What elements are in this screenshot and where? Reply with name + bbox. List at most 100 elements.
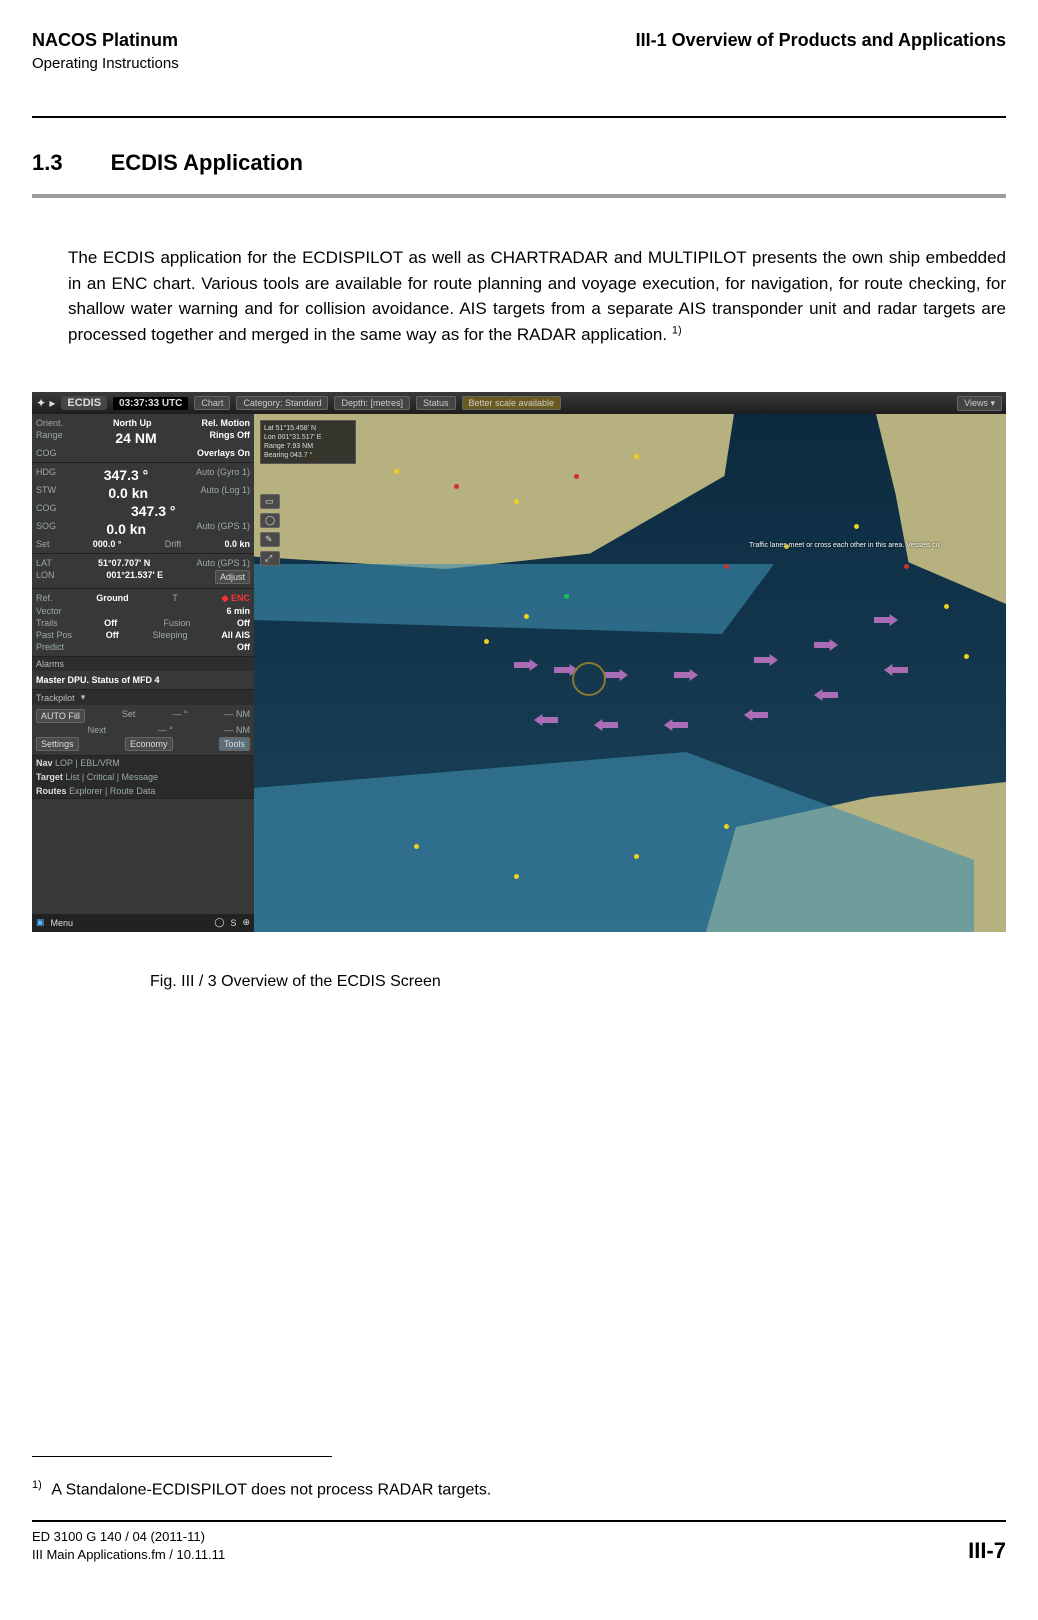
orient-value[interactable]: North Up — [113, 418, 152, 428]
buoy-icon — [484, 639, 489, 644]
lane-arrow-icon — [594, 719, 618, 731]
footer-doc-id: ED 3100 G 140 / 04 (2011-11) — [32, 1528, 225, 1546]
chip-status[interactable]: Status — [416, 396, 456, 410]
doc-subtitle: Operating Instructions — [32, 55, 179, 72]
lane-arrow-icon — [514, 659, 538, 671]
menu-bar[interactable]: ▣ Menu ◯ S ⊕ — [32, 914, 254, 932]
buoy-icon — [524, 614, 529, 619]
panel-display: Orient.North Up Rel. Motion Range24 NM R… — [32, 414, 254, 463]
buoy-icon — [964, 654, 969, 659]
tool-icon[interactable]: ◯ — [260, 513, 280, 528]
footnote: 1) A Standalone-ECDISPILOT does not proc… — [32, 1479, 1006, 1499]
settings-button[interactable]: Settings — [36, 737, 79, 751]
buoy-icon — [634, 854, 639, 859]
adjust-button[interactable]: Adjust — [215, 570, 250, 584]
tool-icon[interactable]: ▭ — [260, 494, 280, 509]
chart-tool-icons: ▭ ◯ ✎ ⤢ — [260, 494, 280, 566]
footnote-ref: 1) — [672, 324, 682, 336]
clock: 03:37:33 UTC — [113, 397, 188, 410]
lane-arrow-icon — [754, 654, 778, 666]
vector-time[interactable]: 6 min — [226, 606, 250, 616]
intro-paragraph-text: The ECDIS application for the ECDISPILOT… — [68, 248, 1006, 344]
auto-fill-button[interactable]: AUTO Fill — [36, 709, 85, 723]
hdg-value: 347.3 ° — [104, 467, 149, 483]
buoy-icon — [414, 844, 419, 849]
ecdis-chart-area[interactable]: Traffic lanes meet or cross each other i… — [254, 414, 1006, 932]
ecdis-screenshot: ✦ ▸ ECDIS 03:37:33 UTC Chart Category: S… — [32, 392, 1006, 932]
cog-value: 347.3 ° — [131, 503, 176, 519]
lane-arrow-icon — [604, 669, 628, 681]
intro-paragraph: The ECDIS application for the ECDISPILOT… — [68, 245, 1006, 347]
lane-arrow-icon — [534, 714, 558, 726]
footer-file-rev: III Main Applications.fm / 10.11.11 — [32, 1546, 225, 1564]
menu-button[interactable]: Menu — [51, 918, 74, 928]
buoy-icon — [854, 524, 859, 529]
shallow-water — [254, 752, 974, 932]
footnote-rule — [32, 1456, 332, 1457]
chip-scale-warning: Better scale available — [462, 396, 562, 410]
tab-nav[interactable]: Nav LOP | EBL/VRM — [36, 758, 120, 768]
footnote-mark: 1) — [32, 1479, 42, 1491]
rings-value[interactable]: Rings Off — [209, 430, 250, 446]
header-rule — [32, 116, 1006, 118]
tool-icon[interactable]: ✎ — [260, 532, 280, 547]
panel-heading-speed: HDG347.3 °Auto (Gyro 1) STW0.0 knAuto (L… — [32, 463, 254, 554]
panel-alarms: Master DPU. Status of MFD 4 — [32, 671, 254, 690]
lon-value: 001°21.537' E — [106, 570, 163, 584]
tab-target[interactable]: Target List | Critical | Message — [36, 772, 158, 782]
zoom-icon[interactable]: ⊕ — [242, 917, 250, 928]
views-dropdown[interactable]: Views ▾ — [957, 396, 1002, 411]
app-name[interactable]: ECDIS — [61, 396, 107, 410]
enc-indicator: ◆ ENC — [222, 593, 250, 604]
page-footer: ED 3100 G 140 / 04 (2011-11) III Main Ap… — [32, 1528, 1006, 1564]
footnote-text: A Standalone-ECDISPILOT does not process… — [51, 1481, 491, 1498]
page-header: NACOS Platinum Operating Instructions II… — [32, 30, 1006, 72]
economy-button[interactable]: Economy — [125, 737, 173, 751]
buoy-icon — [394, 469, 399, 474]
doc-title: NACOS Platinum — [32, 30, 179, 51]
tab-routes[interactable]: Routes Explorer | Route Data — [36, 786, 155, 796]
overlays-value[interactable]: Overlays On — [197, 448, 250, 458]
chip-chart[interactable]: Chart — [194, 396, 230, 410]
panel-position: LAT51°07.707' NAuto (GPS 1) LON001°21.53… — [32, 554, 254, 589]
buoy-icon — [454, 484, 459, 489]
lane-arrow-icon — [814, 639, 838, 651]
ecdis-topbar: ✦ ▸ ECDIS 03:37:33 UTC Chart Category: S… — [32, 392, 1006, 414]
chip-depth[interactable]: Depth: [metres] — [334, 396, 410, 410]
figure-caption: Fig. III / 3 Overview of the ECDIS Scree… — [150, 973, 441, 991]
panel-bottom-tabs: Nav LOP | EBL/VRM Target List | Critical… — [32, 756, 254, 799]
buoy-icon — [514, 874, 519, 879]
buoy-icon — [724, 824, 729, 829]
lane-arrow-icon — [884, 664, 908, 676]
section-number: 1.3 — [32, 150, 63, 176]
lane-arrow-icon — [874, 614, 898, 626]
lane-arrow-icon — [744, 709, 768, 721]
app-menu-icon[interactable]: ✦ ▸ — [36, 396, 55, 410]
buoy-icon — [724, 564, 729, 569]
section-title: ECDIS Application — [111, 150, 303, 176]
buoy-icon — [514, 499, 519, 504]
panel-trackpilot-title[interactable]: Trackpilot▾ — [32, 690, 254, 705]
buoy-icon — [634, 454, 639, 459]
lat-value: 51°07.707' N — [98, 558, 150, 568]
buoy-icon — [944, 604, 949, 609]
buoy-icon — [564, 594, 569, 599]
panel-alarms-title: Alarms — [32, 657, 254, 671]
buoy-icon — [904, 564, 909, 569]
footer-rule — [32, 1520, 1006, 1522]
shallow-water — [254, 564, 774, 634]
tools-button[interactable]: Tools — [219, 737, 250, 751]
section-rule — [32, 194, 1006, 198]
compass-icon[interactable]: ◯ — [214, 917, 224, 928]
chip-category[interactable]: Category: Standard — [236, 396, 328, 410]
anchor-icon[interactable]: S — [230, 918, 236, 928]
stw-value: 0.0 kn — [108, 485, 148, 501]
sog-value: 0.0 kn — [106, 521, 146, 537]
motion-value[interactable]: Rel. Motion — [201, 418, 250, 428]
lane-arrow-icon — [814, 689, 838, 701]
panel-vector: Ref.Ground T ◆ ENC Vector6 min TrailsOff… — [32, 589, 254, 657]
range-value[interactable]: 24 NM — [115, 430, 156, 446]
chart-info-box[interactable]: Lat 51°15.458' NLon 001°31.517' ERange 7… — [260, 420, 356, 464]
tool-icon[interactable]: ⤢ — [260, 551, 280, 566]
own-ship-marker — [572, 662, 606, 696]
